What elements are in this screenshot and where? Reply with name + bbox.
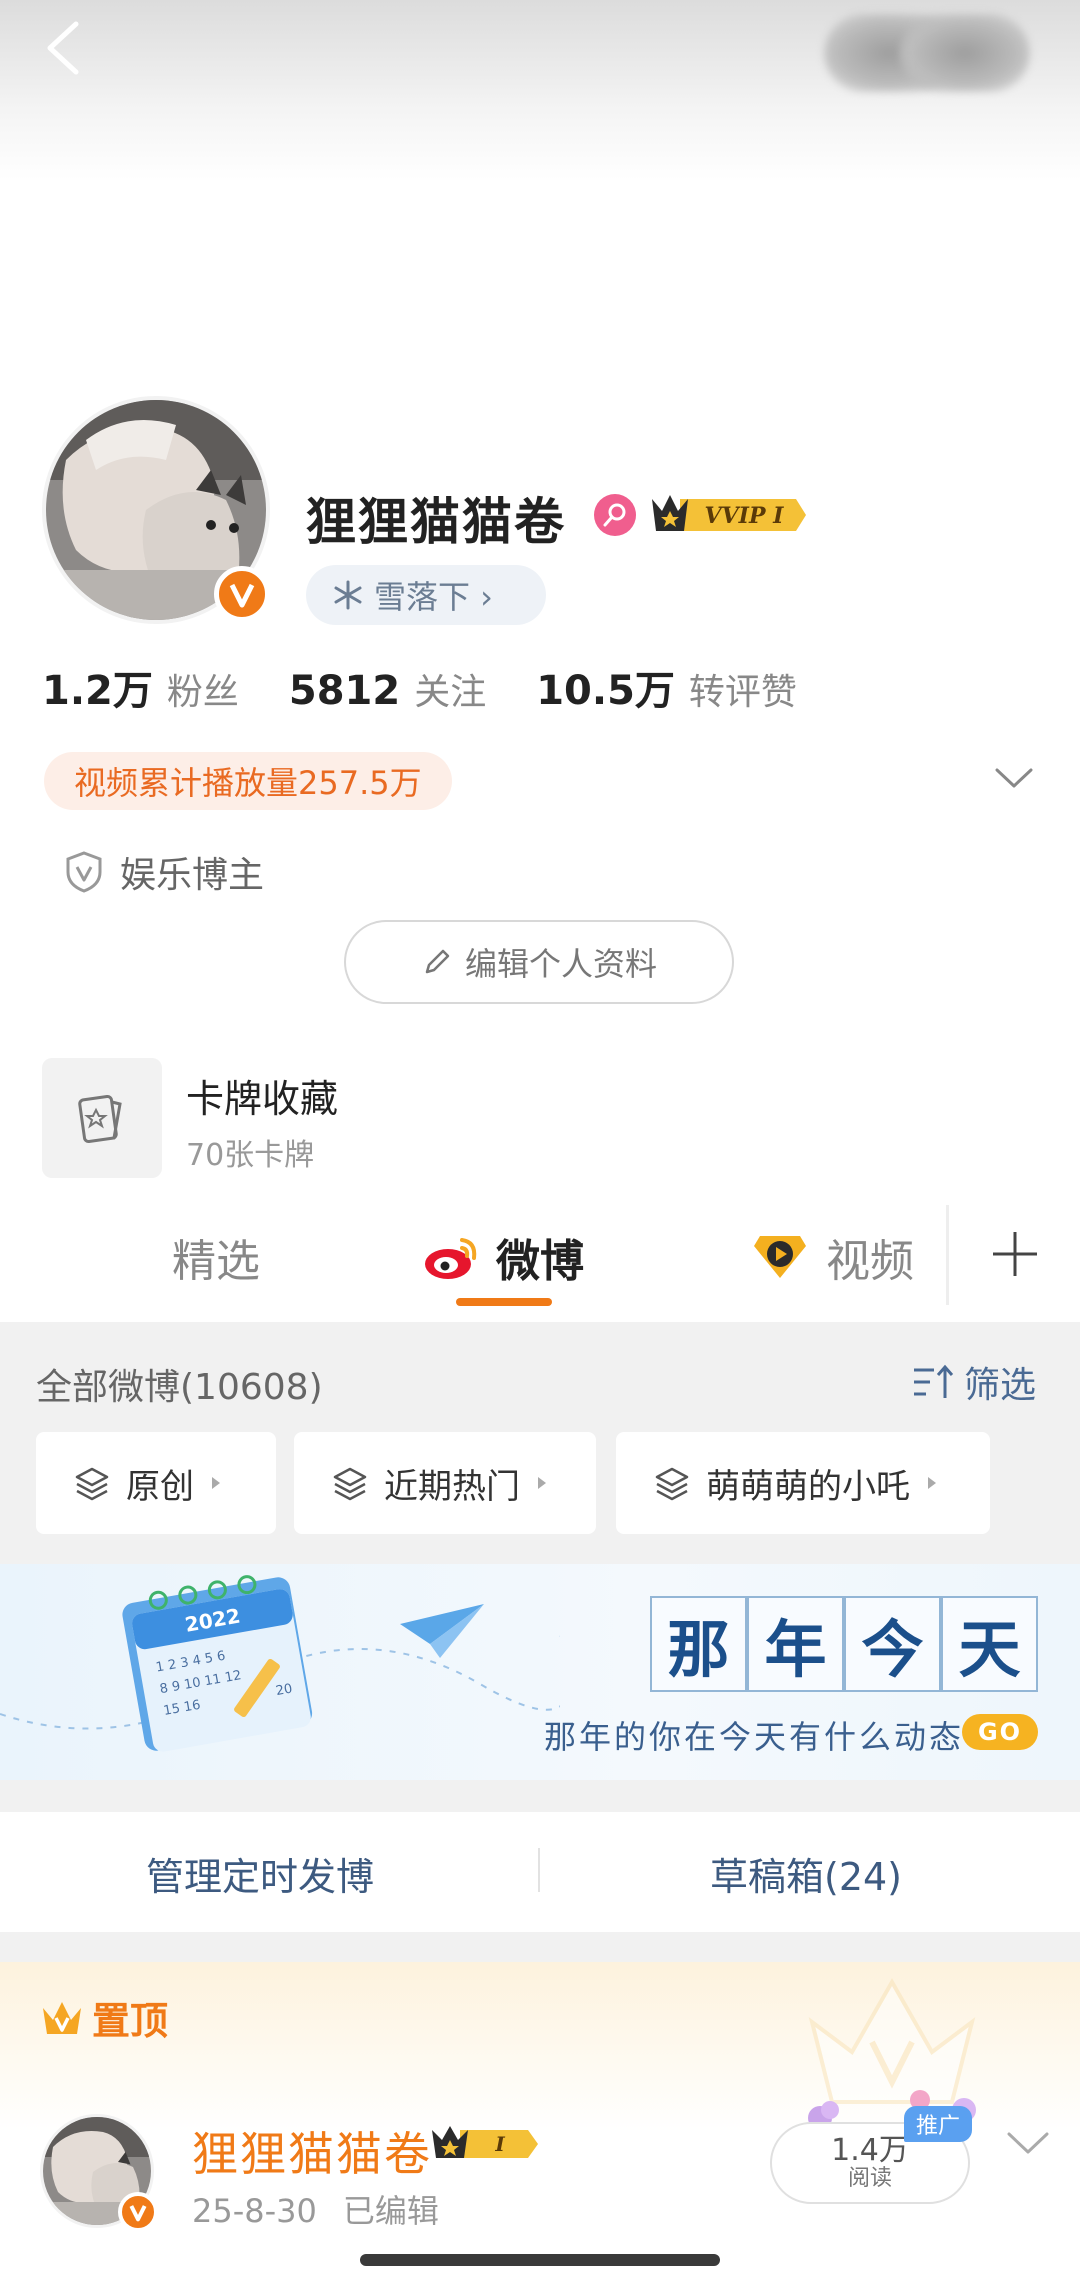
home-indicator[interactable]	[360, 2254, 720, 2266]
chip-recent-hot[interactable]: 近期热门	[294, 1432, 596, 1534]
following-label[interactable]: 关注	[414, 663, 486, 715]
following-count[interactable]: 5812	[289, 668, 400, 714]
banner-subtitle: 那年的你在今天有什么动态	[544, 1718, 965, 1756]
post-edited: 已编辑	[342, 2192, 439, 2230]
followers-count[interactable]: 1.2万	[42, 658, 153, 716]
edit-profile-button[interactable]: 编辑个人资料	[344, 920, 734, 1004]
profile-avatar[interactable]	[42, 396, 270, 624]
video-plays-pill[interactable]: 视频累计播放量257.5万	[44, 752, 452, 810]
chevron-left-icon	[47, 21, 79, 75]
triangle-right-icon	[928, 1477, 936, 1489]
profile-username: 狸狸猫猫卷	[306, 493, 566, 551]
shield-v-icon	[66, 851, 102, 893]
tab-video-label: 视频	[826, 1236, 914, 1287]
card-collection-subtitle: 70张卡牌	[186, 1138, 315, 1173]
member-badge-text: I	[494, 2132, 505, 2156]
triangle-right-icon	[212, 1477, 220, 1489]
followers-label[interactable]: 粉丝	[167, 663, 239, 715]
pinned-label: 置顶	[40, 1990, 168, 2045]
chip-original[interactable]: 原创	[36, 1432, 276, 1534]
pinned-label-text: 置顶	[92, 1999, 169, 2043]
female-gender-icon	[594, 494, 636, 536]
tab-video[interactable]: 视频	[750, 1225, 914, 1289]
chip-recent-hot-label: 近期热门	[384, 1466, 520, 1507]
verified-badge-icon	[118, 2192, 158, 2232]
post-meta: 25-8-30 已编辑	[192, 2186, 439, 2232]
edit-profile-label: 编辑个人资料	[464, 945, 657, 983]
chip-custom-group-label: 萌萌萌的小吒	[706, 1466, 910, 1507]
calendar-illustration-icon: 2022 1 2 3 4 5 6 8 9 10 11 12 15 16 20	[0, 1575, 560, 1752]
promote-tag[interactable]: 推广	[904, 2106, 973, 2142]
snow-tag-label: 雪落下 ›	[374, 578, 493, 616]
layers-icon	[333, 1467, 367, 1501]
profile-stats: 1.2万 粉丝 5812 关注 10.5万 转评赞	[42, 658, 847, 716]
member-badge[interactable]: I	[430, 2122, 542, 2170]
chip-original-label: 原创	[126, 1466, 194, 1507]
chip-custom-group[interactable]: 萌萌萌的小吒	[616, 1432, 990, 1534]
read-count: 1.4万	[831, 2133, 909, 2169]
card-collection-icon[interactable]	[42, 1058, 162, 1178]
banner-go-button[interactable]: GO	[962, 1714, 1038, 1750]
blurred-icon[interactable]	[900, 14, 1030, 92]
tab-featured-label: 精选	[172, 1236, 260, 1287]
tab-featured[interactable]: 精选	[172, 1225, 260, 1289]
triangle-right-icon	[538, 1477, 546, 1489]
layers-icon	[655, 1467, 689, 1501]
snowflake-icon	[332, 579, 364, 611]
weibo-logo-icon	[425, 1238, 477, 1279]
calendar-extra-digit: 20	[275, 1681, 294, 1699]
manage-scheduled-button[interactable]: 管理定时发博	[146, 1846, 374, 1901]
banner-title-char: 那	[650, 1596, 747, 1692]
drafts-button[interactable]: 草稿箱(24)	[710, 1846, 902, 1901]
banner-title-char: 今	[844, 1596, 941, 1692]
tab-weibo-label: 微博	[496, 1236, 584, 1287]
tab-weibo[interactable]: 微博	[422, 1225, 584, 1289]
snow-tag-pill[interactable]: 雪落下 ›	[306, 565, 546, 625]
manage-divider	[538, 1848, 540, 1892]
verified-badge-icon	[214, 566, 270, 622]
vvip-badge-text: VVIP I	[705, 503, 785, 529]
banner-title-char: 年	[747, 1596, 844, 1692]
filter-button[interactable]: 筛选	[912, 1356, 1036, 1408]
add-tab-plus-icon[interactable]	[990, 1229, 1040, 1283]
likes-label[interactable]: 转评赞	[689, 663, 797, 715]
back-button[interactable]	[36, 18, 96, 78]
likes-count[interactable]: 10.5万	[536, 658, 675, 716]
category-label: 娱乐博主	[120, 855, 265, 896]
profile-tabs: 精选 微博 视频	[0, 1195, 1080, 1325]
tab-divider	[946, 1205, 949, 1305]
layers-icon	[75, 1467, 109, 1501]
all-weibo-count[interactable]: 全部微博(10608)	[36, 1358, 323, 1410]
category-tag[interactable]: 娱乐博主	[64, 846, 264, 898]
read-label: 阅读	[847, 2166, 892, 2192]
video-badge-icon	[754, 1236, 806, 1278]
crown-icon	[43, 2001, 81, 2034]
banner-title-char: 天	[941, 1596, 1038, 1692]
filter-label: 筛选	[964, 1365, 1037, 1406]
chevron-down-icon[interactable]	[1006, 2130, 1050, 2160]
filter-sort-icon	[914, 1364, 954, 1398]
pencil-icon	[425, 949, 450, 974]
card-collection-title[interactable]: 卡牌收藏	[186, 1068, 338, 1123]
post-author-name[interactable]: 狸狸猫猫卷	[192, 2118, 432, 2184]
chevron-down-icon[interactable]	[994, 766, 1034, 794]
post-date: 25-8-30	[192, 2192, 317, 2230]
vvip-badge[interactable]: VVIP I	[650, 489, 810, 545]
active-tab-indicator	[456, 1298, 552, 1306]
